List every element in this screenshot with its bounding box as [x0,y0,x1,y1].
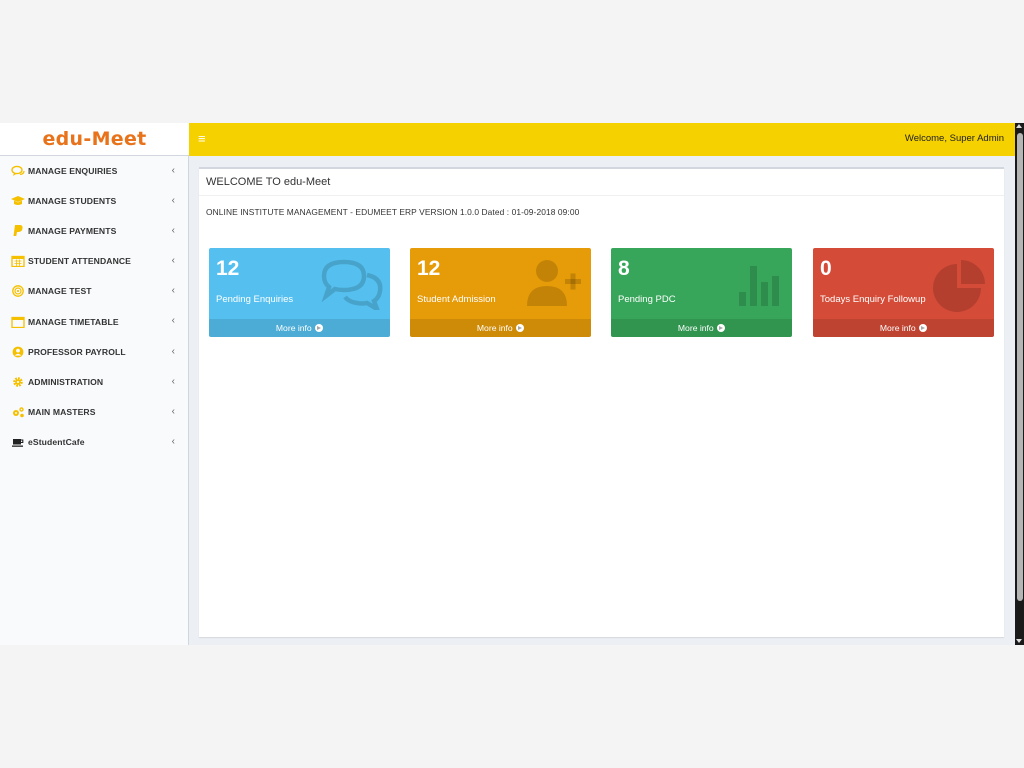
comments-icon [11,165,25,177]
sidebar-item-professor-payroll[interactable]: PROFESSOR PAYROLL ‹ [0,337,188,367]
chevron-left-icon: ‹ [171,165,175,176]
chevron-left-icon: ‹ [171,315,175,327]
sidebar: MANAGE ENQUIRIES ‹ MANAGE STUDENTS ‹ MAN… [0,156,189,645]
sidebar-item-label: MANAGE TEST [28,286,92,297]
sidebar-item-label: eStudentCafe [28,436,85,447]
tile-value: 12 [216,257,240,280]
hamburger-icon[interactable]: ≡ [198,131,206,147]
chevron-left-icon: ‹ [171,375,175,387]
graduation-cap-icon [11,195,25,207]
chevron-left-icon: ‹ [171,405,175,417]
more-info-label: More info [677,323,714,333]
sidebar-item-label: MAIN MASTERS [28,406,96,417]
sidebar-item-label: PROFESSOR PAYROLL [28,346,126,357]
scrollbar-thumb[interactable] [1016,133,1023,601]
stat-tile-todays-enquiry-followup: 0 Todays Enquiry Followup More info [813,248,994,337]
chevron-left-icon: ‹ [171,285,175,297]
more-info-label: More info [476,323,513,333]
comments-icon [320,258,384,315]
sidebar-item-label: MANAGE TIMETABLE [28,316,119,327]
tile-label: Pending PDC [618,294,676,305]
tile-label: Pending Enquiries [216,294,294,305]
tile-value: 8 [618,257,630,280]
more-info-link[interactable]: More info [813,319,994,337]
chevron-left-icon: ‹ [171,255,175,267]
logo-text: edu-Meet [42,128,147,150]
user-plus-icon [525,258,585,315]
stat-tile-pending-pdc: 8 Pending PDC More info [611,248,792,337]
arrow-circle-right-icon [717,324,726,332]
tile-label: Todays Enquiry Followup [820,294,926,305]
paypal-icon [11,225,25,237]
more-info-label: More info [879,323,916,333]
chevron-left-icon: ‹ [171,225,175,237]
sidebar-item-manage-timetable[interactable]: MANAGE TIMETABLE ‹ [0,306,188,336]
bar-chart-icon [736,258,786,313]
welcome-user-label[interactable]: Welcome, Super Admin [905,133,1004,144]
sidebar-item-label: MANAGE STUDENTS [28,196,117,207]
sidebar-item-label: ADMINISTRATION [28,376,104,387]
sidebar-item-manage-students[interactable]: MANAGE STUDENTS ‹ [0,186,188,216]
tile-value: 0 [820,257,832,280]
pie-chart-icon [930,258,988,319]
vertical-scrollbar[interactable] [1015,123,1024,645]
sidebar-item-student-attendance[interactable]: STUDENT ATTENDANCE ‹ [0,246,188,276]
arrow-circle-right-icon [315,324,324,332]
sidebar-item-label: STUDENT ATTENDANCE [28,256,132,267]
scroll-down-icon[interactable] [1016,639,1022,643]
app-window: edu-Meet ≡ Welcome, Super Admin MANAGE E… [0,123,1024,645]
arrow-circle-right-icon [516,324,525,332]
logo[interactable]: edu-Meet [0,123,189,156]
sidebar-item-label: MANAGE ENQUIRIES [28,166,118,177]
sidebar-item-estudentcafe[interactable]: eStudentCafe ‹ [0,427,188,457]
chevron-left-icon: ‹ [171,195,175,207]
more-info-link[interactable]: More info [410,319,591,337]
sidebar-item-main-masters[interactable]: MAIN MASTERS ‹ [0,397,188,427]
target-icon [11,285,25,298]
more-info-link[interactable]: More info [209,319,390,337]
version-info: ONLINE INSTITUTE MANAGEMENT - EDUMEET ER… [206,207,580,217]
sidebar-item-label: MANAGE PAYMENTS [28,226,117,237]
gears-icon [11,406,25,418]
calendar-icon [11,255,25,268]
tile-value: 12 [417,257,441,280]
arrow-circle-right-icon [919,324,928,332]
top-navbar: ≡ Welcome, Super Admin [189,123,1015,156]
more-info-link[interactable]: More info [611,319,792,337]
chevron-left-icon: ‹ [171,435,175,447]
tile-label: Student Admission [417,294,496,305]
sidebar-item-manage-payments[interactable]: MANAGE PAYMENTS ‹ [0,216,188,246]
scroll-up-icon[interactable] [1016,124,1022,128]
sidebar-item-manage-test[interactable]: MANAGE TEST ‹ [0,276,188,306]
calendar-blank-icon [11,316,25,328]
sidebar-item-administration[interactable]: ADMINISTRATION ‹ [0,367,188,397]
sidebar-item-manage-enquiries[interactable]: MANAGE ENQUIRIES ‹ [0,156,188,186]
more-info-label: More info [275,323,312,333]
chevron-left-icon: ‹ [171,345,175,357]
welcome-box: WELCOME TO edu-Meet ONLINE INSTITUTE MAN… [199,167,1004,637]
gear-icon [11,376,25,388]
coffee-icon [11,436,25,448]
stat-tile-student-admission: 12 Student Admission More info [410,248,591,337]
page-title: WELCOME TO edu-Meet [199,169,1004,196]
stat-tile-pending-enquiries: 12 Pending Enquiries More info [209,248,390,337]
user-circle-icon [11,346,25,358]
